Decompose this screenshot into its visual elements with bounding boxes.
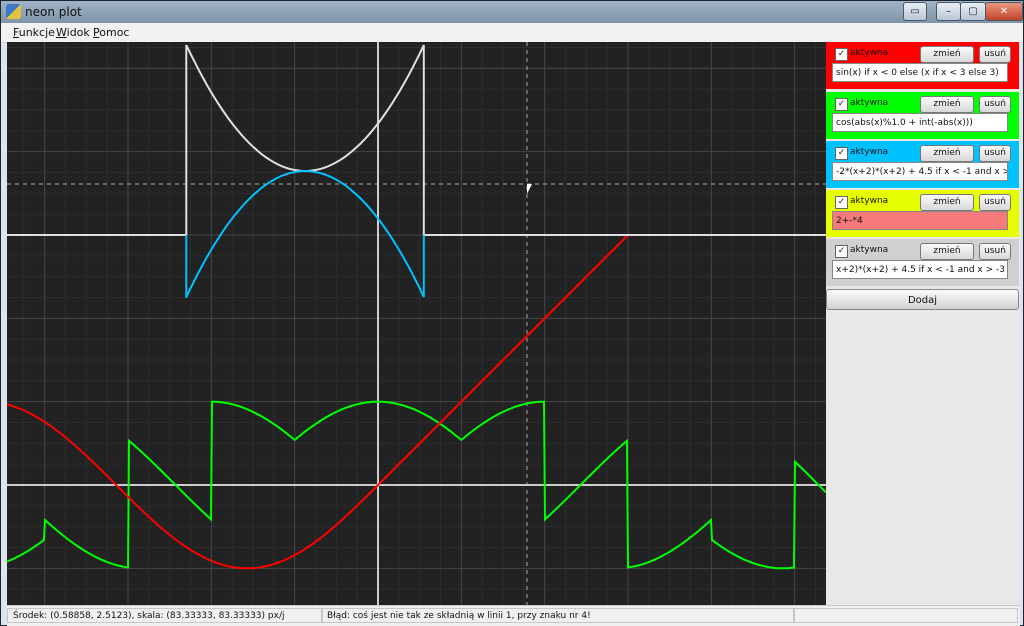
active-label: aktywna [850, 245, 889, 255]
grid-lines [7, 42, 826, 605]
change-color-button[interactable]: zmień kolor [920, 145, 974, 173]
remove-function-button[interactable]: usuń [979, 46, 1011, 63]
status-bar: Środek: (0.58858, 2.5123), skala: (83.33… [7, 605, 1020, 626]
function-expression-input[interactable]: -2*(x+2)*(x+2) + 4.5 if x < -1 and x > -… [832, 162, 1008, 181]
function-panel: ✓aktywna zmień kolor usuń2+-*4 [826, 190, 1019, 237]
menu-bar: Funkcje Widok Pomoc [1, 23, 1023, 43]
function-sidebar: ✓aktywnazmień kolorusuńsin(x) if x < 0 e… [826, 42, 1020, 605]
change-color-button[interactable]: zmień kolor [920, 96, 974, 124]
mouse-pointer-icon [527, 184, 532, 194]
change-color-button[interactable]: zmień kolor [920, 46, 974, 74]
status-center-scale: Środek: (0.58858, 2.5123), skala: (83.33… [7, 608, 323, 623]
active-checkbox[interactable]: ✓ [835, 147, 848, 160]
function-panel: ✓aktywna zmień kolor usuńsin(x) if x < 0 e… [826, 42, 1019, 89]
function-expression-input[interactable]: cos(abs(x)%1.0 + int(-abs(x))) [832, 113, 1008, 132]
change-color-button[interactable]: zmień kolor [920, 243, 974, 271]
active-checkbox[interactable]: ✓ [835, 48, 848, 61]
plot-curve-blue [185, 169, 425, 298]
maximize-button[interactable]: ▢ [960, 2, 986, 21]
function-panel: ✓aktywna zmień kolor usuńcos(abs(x)%1.0 + … [826, 92, 1019, 139]
status-empty-pane [793, 608, 1018, 623]
function-expression-input[interactable]: sin(x) if x < 0 else (x if x < 3 else 3) [832, 63, 1008, 82]
plot-svg[interactable] [7, 42, 826, 605]
function-expression-input[interactable]: 2+-*4 [832, 211, 1008, 230]
menu-funkcje[interactable]: Funkcje [13, 26, 55, 39]
active-label: aktywna [850, 48, 889, 58]
window-title: neon plot [25, 5, 82, 19]
status-error-message: Błąd: coś jest nie tak ze składnią w lin… [321, 608, 795, 623]
remove-function-button[interactable]: usuń [979, 243, 1011, 260]
remove-function-button[interactable]: usuń [979, 145, 1011, 162]
app-logo-icon [6, 4, 21, 19]
remove-function-button[interactable]: usuń [979, 96, 1011, 113]
add-function-button[interactable]: Dodaj [826, 289, 1019, 310]
remove-function-button[interactable]: usuń [979, 194, 1011, 211]
active-checkbox[interactable]: ✓ [835, 196, 848, 209]
app-window: neon plot ▭ – ▢ ✕ Funkcje Widok Pomoc ✓ a… [0, 0, 1024, 626]
menu-widok[interactable]: Widok [56, 26, 90, 39]
active-checkbox[interactable]: ✓ [835, 245, 848, 258]
close-button[interactable]: ✕ [985, 2, 1023, 21]
active-label: aktywna [850, 196, 889, 206]
add-function-label: Dodaj [907, 295, 938, 306]
plot-canvas[interactable] [7, 42, 826, 605]
menu-pomoc[interactable]: Pomoc [93, 26, 129, 39]
change-color-button[interactable]: zmień kolor [920, 194, 974, 222]
active-label: aktywna [850, 98, 889, 108]
active-label: aktywna [850, 147, 889, 157]
active-checkbox[interactable]: ✓ [835, 98, 848, 111]
plot-curve-gray [7, 44, 826, 236]
title-bar[interactable]: neon plot ▭ – ▢ ✕ [1, 1, 1023, 23]
function-panel: ✓aktywna zmień kolor usuńx+2)*(x+2) + 4.5 … [826, 239, 1019, 286]
function-expression-input[interactable]: x+2)*(x+2) + 4.5 if x < -1 and x > -3 el… [832, 260, 1008, 279]
function-panel: ✓aktywna zmień kolor usuń-2*(x+2)*(x+2) + … [826, 141, 1019, 188]
restore-layout-button[interactable]: ▭ [903, 2, 927, 21]
minimize-button[interactable]: – [936, 2, 961, 21]
